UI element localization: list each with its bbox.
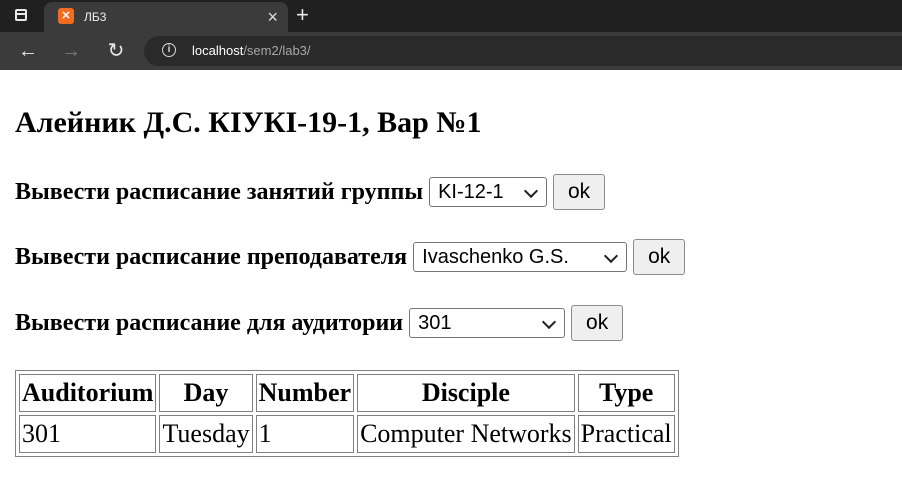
browser-tab[interactable]: ✕ ЛБ3 × [44, 2, 288, 32]
cell-disciple: Computer Networks [357, 415, 575, 453]
url-host: localhost [192, 43, 244, 58]
chevron-down-icon [523, 183, 539, 199]
tab-title: ЛБ3 [84, 10, 107, 24]
room-schedule-label: Вывести расписание для аудитории [15, 309, 404, 336]
group-ok-button[interactable]: ok [553, 174, 606, 210]
close-tab-icon[interactable]: × [267, 6, 278, 28]
table-row: 301 Tuesday 1 Computer Networks Practica… [19, 415, 675, 453]
room-select-value: 301 [418, 312, 452, 334]
group-select-value: KI-12-1 [438, 181, 504, 203]
address-bar[interactable]: i localhost/sem2/lab3/ [144, 36, 902, 66]
column-header-number: Number [255, 374, 355, 412]
reload-button[interactable]: ↻ [102, 37, 130, 65]
page-content: Алейник Д.С. КІУКІ-19-1, Вар №1 Вывести … [0, 70, 902, 480]
teacher-select-value: Ivaschenko G.S. [422, 246, 569, 268]
room-schedule-row: Вывести расписание для аудитории 301 ok [15, 305, 624, 341]
cell-day: Tuesday [159, 415, 253, 453]
column-header-disciple: Disciple [357, 374, 575, 412]
group-schedule-label: Вывести расписание занятий группы [15, 178, 424, 205]
browser-tab-bar: ✕ ЛБ3 × + [0, 0, 902, 32]
chevron-down-icon [542, 314, 557, 330]
group-select[interactable]: KI-12-1 [429, 177, 548, 207]
back-button[interactable]: ← [14, 37, 42, 65]
group-schedule-row: Вывести расписание занятий группы KI-12-… [15, 174, 606, 210]
tab-actions-icon[interactable] [15, 9, 27, 21]
url-path: /sem2/lab3/ [243, 43, 311, 58]
room-ok-button[interactable]: ok [571, 305, 624, 341]
cell-number: 1 [255, 415, 355, 453]
forward-button[interactable]: → [57, 37, 85, 65]
info-icon[interactable]: i [162, 43, 176, 57]
new-tab-button[interactable]: + [296, 2, 309, 28]
teacher-ok-button[interactable]: ok [633, 239, 686, 275]
column-header-auditorium: Auditorium [19, 374, 157, 412]
column-header-day: Day [159, 374, 253, 412]
teacher-schedule-row: Вывести расписание преподавателя Ivasche… [15, 239, 686, 275]
teacher-schedule-label: Вывести расписание преподавателя [15, 243, 408, 270]
cell-type: Practical [577, 415, 675, 453]
column-header-type: Type [577, 374, 675, 412]
teacher-select[interactable]: Ivaschenko G.S. [413, 242, 628, 272]
url-text[interactable]: localhost/sem2/lab3/ [192, 43, 311, 58]
xampp-icon: ✕ [58, 8, 74, 24]
browser-toolbar: ← → ↻ i localhost/sem2/lab3/ [0, 32, 902, 70]
schedule-table: Auditorium Day Number Disciple Type 301 … [15, 370, 679, 457]
page-title: Алейник Д.С. КІУКІ-19-1, Вар №1 [15, 106, 482, 139]
chevron-down-icon [604, 248, 619, 264]
table-header-row: Auditorium Day Number Disciple Type [19, 374, 675, 412]
cell-auditorium: 301 [19, 415, 157, 453]
room-select[interactable]: 301 [409, 308, 566, 338]
